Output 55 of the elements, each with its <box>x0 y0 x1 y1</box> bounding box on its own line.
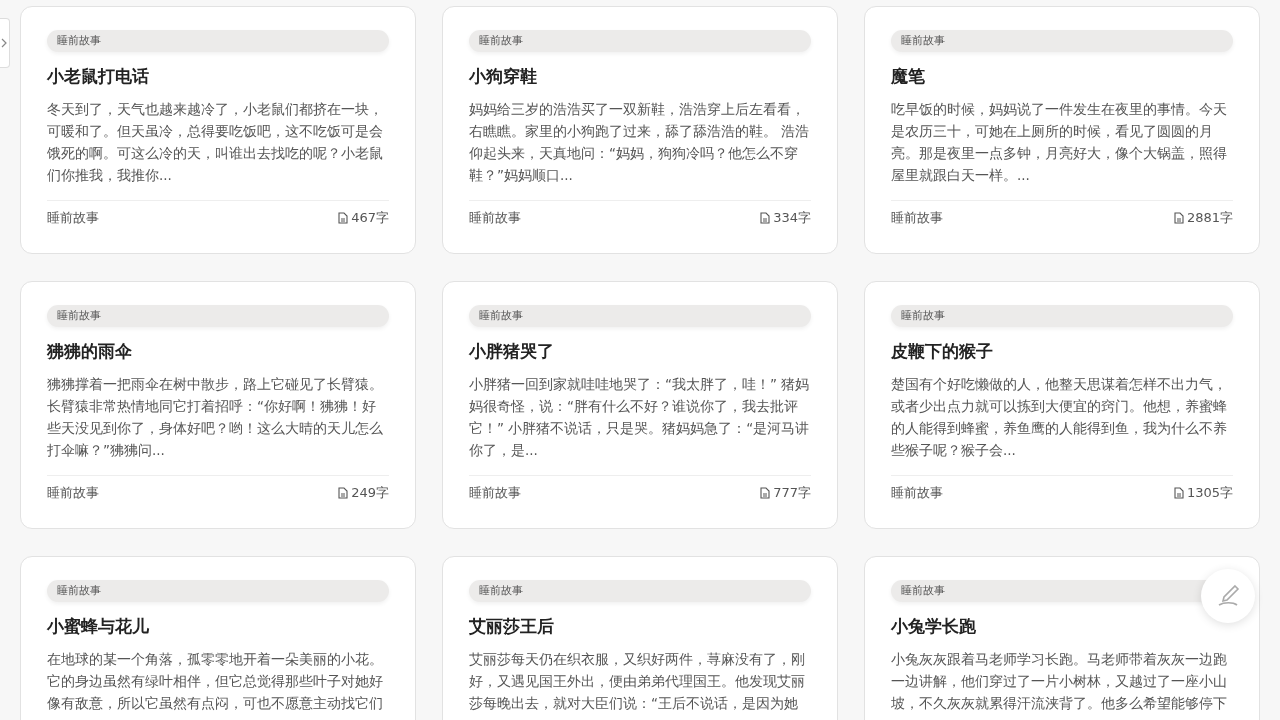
document-icon <box>760 212 771 224</box>
category-label: 睡前故事 <box>47 209 99 227</box>
document-icon <box>338 212 349 224</box>
story-excerpt: 吃早饭的时候，妈妈说了一件发生在夜里的事情。今天是农历三十，可她在上厕所的时候，看见了圆圆的月亮。那是夜里一点多钟，月亮好大，像个大锅盖，照得屋里就跟白天一样。... <box>891 100 1228 185</box>
story-card[interactable]: 睡前故事 魔笔 吃早饭的时候，妈妈说了一件发生在夜里的事情。今天是农历三十，可她在上厕所的时候，看见了圆圆的月亮。那是夜里一点多钟，月亮好大，像个大锅盖，照得屋里就跟白天一样。... 睡前故事 2881字 <box>864 6 1260 254</box>
story-title: 魔笔 <box>891 65 926 88</box>
story-title: 小蜜蜂与花儿 <box>47 615 150 638</box>
word-count: 1305字 <box>1186 484 1233 502</box>
chevron-right-icon <box>1 38 7 48</box>
word-count: 2881字 <box>1186 209 1233 227</box>
story-title: 小老鼠打电话 <box>47 65 150 88</box>
story-excerpt: 在地球的某一个角落，孤零零地开着一朵美丽的小花。它的身边虽然有绿叶相伴，但它总觉得那些叶子对她好像有敌意，所以它虽然有点闷，可也不愿意主动找它们 <box>47 650 384 713</box>
story-excerpt: 艾丽莎每天仍在织衣服，又织好两件，荨麻没有了，刚好，又遇见国王外出，便由弟弟代理国王。他发现艾丽莎每晚出去，就对大臣们说：“王后不说话，是因为她 <box>469 650 806 713</box>
story-excerpt: 妈妈给三岁的浩浩买了一双新鞋，浩浩穿上后左看看，右瞧瞧。家里的小狗跑了过来，舔了舔浩浩的鞋。 浩浩仰起头来，天真地问：“妈妈，狗狗冷吗？他怎么不穿鞋？”妈妈顺口... <box>469 100 811 185</box>
story-card[interactable]: 睡前故事 小兔学长跑 小兔灰灰跟着马老师学习长跑。马老师带着灰灰一边跑一边讲解，他们穿过了一片小树林，又越过了一座小山坡，不久灰灰就累得汗流浃背了。他多么希望能够停下 <box>864 556 1260 720</box>
document-icon <box>1173 487 1184 499</box>
story-card[interactable]: 睡前故事 小胖猪哭了 小胖猪一回到家就哇哇地哭了：“我太胖了，哇！” 猪妈妈很奇怪，说：“胖有什么不好？谁说你了，我去批评它！” 小胖猪不说话，只是哭。猪妈妈急了：“是河马讲你了，是... 睡前故事 777字 <box>442 281 838 529</box>
story-card[interactable]: 睡前故事 狒狒的雨伞 狒狒撑着一把雨伞在树中散步，路上它碰见了长臂猿。长臂猿非常热情地同它打着招呼：“你好啊！狒狒！好些天没见到你了，身体好吧？哟！这么大晴的天儿怎么打伞嘛？”狒狒问... 睡前故事 249字 <box>20 281 416 529</box>
category-tag: 睡前故事 <box>891 305 1233 327</box>
story-title: 小狗穿鞋 <box>469 65 538 88</box>
story-card[interactable]: 睡前故事 小狗穿鞋 妈妈给三岁的浩浩买了一双新鞋，浩浩穿上后左看看，右瞧瞧。家里的小狗跑了过来，舔了舔浩浩的鞋。 浩浩仰起头来，天真地问：“妈妈，狗狗冷吗？他怎么不穿鞋？”妈妈顺口... 睡前故事 334字 <box>442 6 838 254</box>
category-tag: 睡前故事 <box>47 305 389 327</box>
word-count: 334字 <box>773 209 811 227</box>
document-icon <box>760 487 771 499</box>
category-label: 睡前故事 <box>891 209 943 227</box>
category-tag: 睡前故事 <box>891 30 1233 52</box>
category-tag: 睡前故事 <box>47 30 389 52</box>
story-card[interactable]: 睡前故事 小老鼠打电话 冬天到了，天气也越来越冷了，小老鼠们都挤在一块，可暖和了。但天虽冷，总得要吃饭吧，这不吃饭可是会饿死的啊。可这么冷的天，叫谁出去找吃的呢？小老鼠们你推我，我推你... 睡前故事 467字 <box>20 6 416 254</box>
category-tag: 睡前故事 <box>47 580 389 602</box>
story-card[interactable]: 睡前故事 艾丽莎王后 艾丽莎每天仍在织衣服，又织好两件，荨麻没有了，刚好，又遇见国王外出，便由弟弟代理国王。他发现艾丽莎每晚出去，就对大臣们说：“王后不说话，是因为她 <box>442 556 838 720</box>
category-label: 睡前故事 <box>47 484 99 502</box>
story-excerpt: 狒狒撑着一把雨伞在树中散步，路上它碰见了长臂猿。长臂猿非常热情地同它打着招呼：“你好啊！狒狒！好些天没见到你了，身体好吧？哟！这么大晴的天儿怎么打伞嘛？”狒狒问... <box>47 375 384 460</box>
story-excerpt: 小胖猪一回到家就哇哇地哭了：“我太胖了，哇！” 猪妈妈很奇怪，说：“胖有什么不好？谁说你了，我去批评它！” 小胖猪不说话，只是哭。猪妈妈急了：“是河马讲你了，是... <box>469 375 811 460</box>
category-label: 睡前故事 <box>469 484 521 502</box>
category-label: 睡前故事 <box>469 209 521 227</box>
sidebar-toggle[interactable] <box>0 18 10 68</box>
word-count: 777字 <box>773 484 811 502</box>
story-card[interactable]: 睡前故事 小蜜蜂与花儿 在地球的某一个角落，孤零零地开着一朵美丽的小花。它的身边虽然有绿叶相伴，但它总觉得那些叶子对她好像有敌意，所以它虽然有点闷，可也不愿意主动找它们 <box>20 556 416 720</box>
story-title: 皮鞭下的猴子 <box>891 340 994 363</box>
category-tag: 睡前故事 <box>469 305 811 327</box>
document-icon <box>338 487 349 499</box>
document-icon <box>1173 212 1184 224</box>
category-label: 睡前故事 <box>891 484 943 502</box>
story-card[interactable]: 睡前故事 皮鞭下的猴子 楚国有个好吃懒做的人，他整天思谋着怎样不出力气，或者少出点力就可以拣到大便宜的窍门。他想，养蜜蜂的人能得到蜂蜜，养鱼鹰的人能得到鱼，我为什么不养些猴子呢？猴子会... 睡前故事 1305字 <box>864 281 1260 529</box>
word-count: 249字 <box>351 484 389 502</box>
story-excerpt: 冬天到了，天气也越来越冷了，小老鼠们都挤在一块，可暖和了。但天虽冷，总得要吃饭吧，这不吃饭可是会饿死的啊。可这么冷的天，叫谁出去找吃的呢？小老鼠们你推我，我推你... <box>47 100 384 185</box>
category-tag: 睡前故事 <box>469 580 811 602</box>
story-title: 艾丽莎王后 <box>469 615 555 638</box>
word-count: 467字 <box>351 209 389 227</box>
story-title: 小胖猪哭了 <box>469 340 555 363</box>
story-title: 小兔学长跑 <box>891 615 977 638</box>
story-excerpt: 楚国有个好吃懒做的人，他整天思谋着怎样不出力气，或者少出点力就可以拣到大便宜的窍门。他想，养蜜蜂的人能得到蜂蜜，养鱼鹰的人能得到鱼，我为什么不养些猴子呢？猴子会... <box>891 375 1228 460</box>
story-excerpt: 小兔灰灰跟着马老师学习长跑。马老师带着灰灰一边跑一边讲解，他们穿过了一片小树林，又越过了一座小山坡，不久灰灰就累得汗流浃背了。他多么希望能够停下 <box>891 650 1228 713</box>
story-title: 狒狒的雨伞 <box>47 340 133 363</box>
category-tag: 睡前故事 <box>469 30 811 52</box>
